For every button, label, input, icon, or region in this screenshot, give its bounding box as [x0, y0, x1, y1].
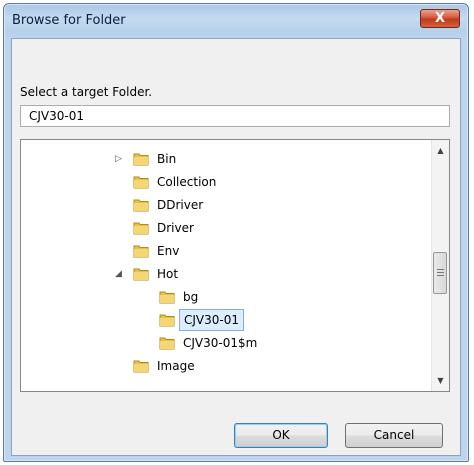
folder-icon — [133, 358, 149, 373]
folder-icon — [133, 220, 149, 235]
collapse-arrow-icon[interactable]: ◢ — [115, 263, 122, 285]
tree-item-label: CJV30-01$m — [183, 336, 258, 350]
ok-button[interactable]: OK — [234, 423, 328, 448]
tree-item-label: Hot — [157, 267, 179, 281]
tree-item-label: Driver — [157, 221, 194, 235]
folder-icon — [133, 174, 149, 189]
folder-icon — [159, 335, 175, 350]
vertical-scrollbar[interactable]: ▲ ▼ — [431, 140, 449, 391]
folder-icon — [159, 312, 175, 327]
scroll-down-icon[interactable]: ▼ — [432, 372, 449, 389]
scrollbar-thumb[interactable] — [433, 252, 447, 294]
dialog-client-area: Select a target Folder. CJV30-01 ▷ Bin C… — [11, 38, 461, 456]
tree-item-label: Bin — [157, 152, 177, 166]
folder-path-field[interactable]: CJV30-01 — [20, 105, 450, 127]
browse-folder-dialog: Browse for Folder X Select a target Fold… — [3, 3, 469, 462]
prompt-label: Select a target Folder. — [20, 85, 153, 99]
folder-tree[interactable]: ▷ Bin Collection DDriver Driver Env ◢ Ho… — [20, 139, 450, 392]
tree-item-label: DDriver — [157, 198, 204, 212]
folder-icon — [159, 289, 175, 304]
folder-icon — [133, 243, 149, 258]
tree-item-label: Env — [157, 244, 180, 258]
folder-icon — [133, 197, 149, 212]
window-title: Browse for Folder — [12, 13, 126, 28]
cancel-button[interactable]: Cancel — [345, 423, 443, 448]
folder-icon — [133, 151, 149, 166]
scroll-up-icon[interactable]: ▲ — [432, 142, 449, 159]
folder-icon — [133, 266, 149, 281]
expand-arrow-icon[interactable]: ▷ — [115, 148, 122, 170]
tree-item-label: bg — [183, 290, 199, 304]
grip-icon — [437, 269, 444, 276]
title-bar[interactable]: Browse for Folder X — [4, 4, 468, 38]
close-button[interactable]: X — [420, 9, 460, 28]
tree-item-label: CJV30-01 — [179, 309, 244, 331]
tree-item-label: Collection — [157, 175, 217, 189]
tree-item-label: Image — [157, 359, 195, 373]
